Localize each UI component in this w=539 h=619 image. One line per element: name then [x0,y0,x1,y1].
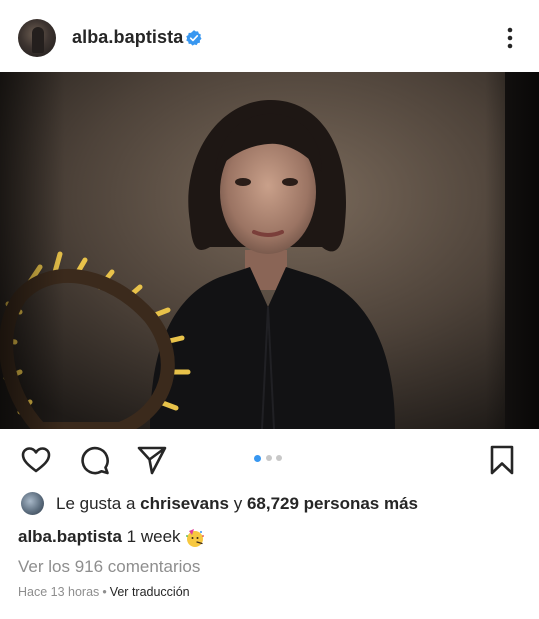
liker-avatar [21,492,44,515]
timestamp: Hace 13 horas [18,585,100,599]
carousel-dot-1 [254,454,261,462]
username[interactable]: alba.baptista [72,27,183,48]
heart-icon[interactable] [20,444,52,476]
likes-connector: y [233,494,243,513]
action-bar [0,429,539,489]
meta-separator: • [102,585,107,599]
view-comments-link[interactable]: Ver los 916 comentarios [18,557,200,577]
likes-row[interactable]: Le gusta a chrisevans y 68,729 personas … [19,492,529,518]
bookmark-icon[interactable] [486,444,518,476]
comment-icon[interactable] [79,444,111,476]
likes-count[interactable]: 68,729 personas más [247,494,418,513]
post-header: alba.baptista [0,0,539,72]
send-icon[interactable] [136,444,168,476]
likes-prefix: Le gusta a [56,494,136,513]
post-image[interactable] [0,72,539,429]
see-translation-link[interactable]: Ver traducción [110,585,190,599]
liker-username[interactable]: chrisevans [140,494,229,513]
verified-badge-icon [186,30,202,46]
likes-text: Le gusta a chrisevans y 68,729 personas … [56,494,418,514]
caption-username[interactable]: alba.baptista [18,527,122,546]
caption: alba.baptista 1 week [18,527,205,548]
caption-text: 1 week [126,527,181,546]
profile-avatar[interactable] [18,19,56,57]
carousel-dot-2 [266,455,272,461]
carousel-dot-3 [276,455,282,461]
post-meta: Hace 13 horas • Ver traducción [18,585,190,599]
party-face-icon [185,528,204,547]
more-vertical-icon[interactable] [500,26,520,50]
